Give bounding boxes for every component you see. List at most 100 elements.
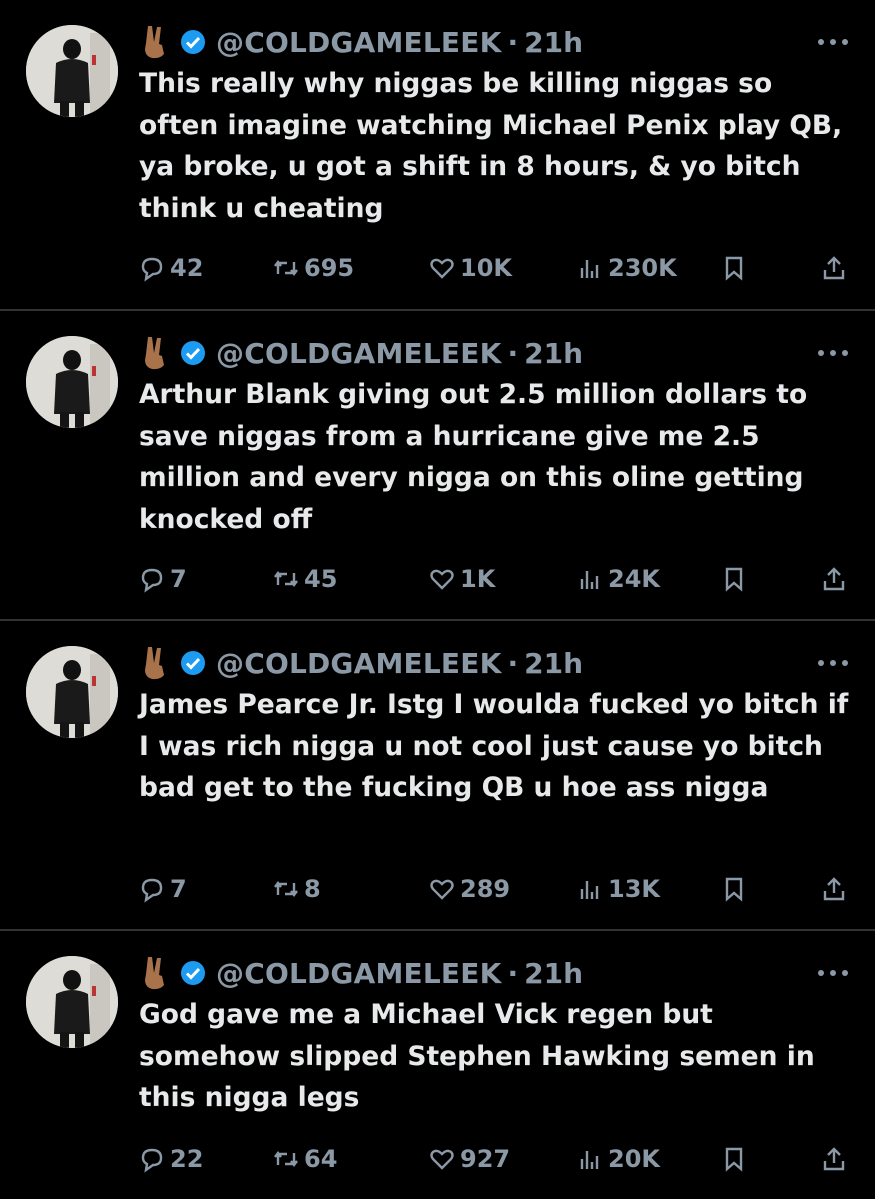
avatar-image (26, 25, 118, 117)
retweet-count: 45 (304, 565, 338, 593)
like-button[interactable]: 927 (428, 1141, 510, 1177)
tweet[interactable]: @COLDGAMELEEK · 21h James Pearce Jr. Ist… (0, 621, 875, 929)
retweet-count: 64 (304, 1145, 338, 1173)
retweet-button[interactable]: 695 (272, 250, 354, 286)
retweet-icon (274, 571, 298, 587)
like-button[interactable]: 289 (428, 871, 510, 907)
retweet-button[interactable]: 64 (272, 1141, 337, 1177)
tweet-text: God gave me a Michael Vick regen but som… (139, 999, 815, 1113)
verified-badge-icon (181, 961, 205, 985)
like-count: 927 (460, 1145, 511, 1173)
retweet-icon (274, 881, 298, 897)
action-bar: 42 695 10K 230K (138, 250, 858, 286)
verified-badge-icon (181, 341, 205, 365)
avatar[interactable] (26, 646, 118, 738)
avatar-image (26, 336, 118, 428)
more-options-icon[interactable] (817, 659, 849, 667)
tweet[interactable]: @COLDGAMELEEK · 21h This really why nigg… (0, 0, 875, 310)
victory-hand-emoji-icon (145, 337, 164, 370)
tweet-header: @COLDGAMELEEK · 21h (140, 643, 583, 683)
timestamp[interactable]: 21h (524, 26, 583, 59)
separator-dot: · (507, 336, 519, 370)
reply-button[interactable]: 7 (138, 561, 187, 597)
heart-icon (430, 258, 454, 279)
views-button[interactable]: 20K (576, 1141, 660, 1177)
share-icon (823, 567, 845, 591)
bookmark-icon (725, 1147, 743, 1172)
retweet-button[interactable]: 45 (272, 561, 337, 597)
reply-button[interactable]: 22 (138, 1141, 203, 1177)
views-button[interactable]: 230K (576, 250, 677, 286)
views-count: 230K (608, 254, 677, 282)
action-bar: 22 64 927 20K (138, 1141, 858, 1177)
reply-icon (141, 1148, 163, 1173)
separator-dot: · (507, 25, 519, 59)
victory-hand-emoji-icon (145, 647, 164, 680)
retweet-count: 695 (304, 254, 355, 282)
retweet-count: 8 (304, 875, 321, 903)
bookmark-button[interactable] (720, 1141, 752, 1177)
action-bar: 7 8 289 13K (138, 871, 858, 907)
victory-hand-emoji-icon (145, 957, 164, 990)
views-icon (580, 571, 599, 589)
tweet-header: @COLDGAMELEEK · 21h (140, 333, 583, 373)
views-count: 20K (608, 1145, 660, 1173)
like-count: 10K (460, 254, 512, 282)
reply-count: 7 (170, 875, 187, 903)
reply-button[interactable]: 7 (138, 871, 187, 907)
like-button[interactable]: 1K (428, 561, 495, 597)
timestamp[interactable]: 21h (524, 957, 583, 990)
share-button[interactable] (820, 561, 852, 597)
heart-icon (430, 1149, 454, 1170)
tweet[interactable]: @COLDGAMELEEK · 21h Arthur Blank giving … (0, 311, 875, 619)
avatar-image (26, 956, 118, 1048)
reply-count: 42 (170, 254, 204, 282)
tweet-header: @COLDGAMELEEK · 21h (140, 953, 583, 993)
tweet-text: James Pearce Jr. Istg I woulda fucked yo… (139, 689, 849, 803)
avatar[interactable] (26, 25, 118, 117)
share-button[interactable] (820, 1141, 852, 1177)
tweet-text: Arthur Blank giving out 2.5 million doll… (139, 379, 808, 535)
share-icon (823, 1147, 845, 1171)
heart-icon (430, 569, 454, 590)
views-icon (580, 260, 599, 278)
views-count: 13K (608, 875, 660, 903)
timestamp[interactable]: 21h (524, 337, 583, 370)
user-handle[interactable]: @COLDGAMELEEK (216, 337, 501, 370)
more-options-icon[interactable] (817, 969, 849, 977)
user-handle[interactable]: @COLDGAMELEEK (216, 957, 501, 990)
reply-icon (141, 568, 163, 593)
reply-count: 7 (170, 565, 187, 593)
share-button[interactable] (820, 871, 852, 907)
views-button[interactable]: 13K (576, 871, 660, 907)
reply-icon (141, 878, 163, 903)
more-options-icon[interactable] (817, 349, 849, 357)
avatar[interactable] (26, 956, 118, 1048)
avatar-image (26, 646, 118, 738)
bookmark-button[interactable] (720, 871, 752, 907)
like-button[interactable]: 10K (428, 250, 512, 286)
like-count: 289 (460, 875, 511, 903)
bookmark-icon (725, 256, 743, 281)
reply-icon (141, 257, 163, 282)
bookmark-button[interactable] (720, 250, 752, 286)
more-options-icon[interactable] (817, 38, 849, 46)
timestamp[interactable]: 21h (524, 647, 583, 680)
tweet-feed: @COLDGAMELEEK · 21h This really why nigg… (0, 0, 875, 1199)
share-icon (823, 256, 845, 280)
tweet[interactable]: @COLDGAMELEEK · 21h God gave me a Michae… (0, 931, 875, 1199)
user-handle[interactable]: @COLDGAMELEEK (216, 647, 501, 680)
like-count: 1K (460, 565, 496, 593)
views-button[interactable]: 24K (576, 561, 660, 597)
victory-hand-emoji-icon (145, 26, 164, 59)
bookmark-icon (725, 877, 743, 902)
avatar[interactable] (26, 336, 118, 428)
share-button[interactable] (820, 250, 852, 286)
separator-dot: · (507, 956, 519, 990)
bookmark-button[interactable] (720, 561, 752, 597)
retweet-button[interactable]: 8 (272, 871, 321, 907)
separator-dot: · (507, 646, 519, 680)
retweet-icon (274, 1151, 298, 1167)
user-handle[interactable]: @COLDGAMELEEK (216, 26, 501, 59)
reply-button[interactable]: 42 (138, 250, 203, 286)
